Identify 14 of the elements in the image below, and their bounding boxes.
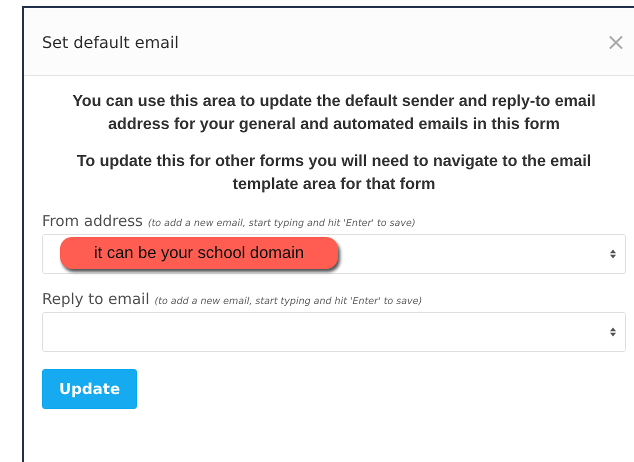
hint-text: (to add a new email, start typing and hit 'Enter' to save): [154, 296, 422, 307]
hint-text: (to add a new email, start typing and hit 'Enter' to save): [148, 218, 416, 229]
close-button[interactable]: ×: [602, 28, 630, 56]
info-text: To update this for other forms you will need to navigate to the email template area for that form: [76, 152, 592, 195]
dialog-title: Set default email: [42, 32, 179, 52]
update-button[interactable]: Update: [42, 369, 138, 409]
select-field[interactable]: it can be your school domain: [42, 234, 626, 274]
callout-note: it can be your school domain: [60, 237, 338, 269]
select-field[interactable]: [42, 312, 626, 352]
info-text: You can use this area to update the default sender and reply-to email address for your general and automated emails in this form: [71, 92, 597, 135]
field-label: From address: [42, 212, 143, 230]
sort-caret-icon: [610, 327, 616, 337]
sort-caret-icon: [610, 249, 616, 259]
field-label: Reply to email: [42, 290, 150, 308]
